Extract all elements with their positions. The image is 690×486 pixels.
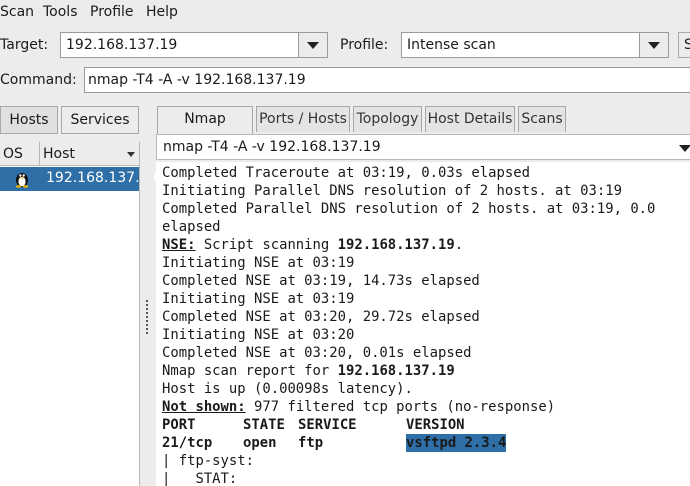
menu-bar: Scan Tools Profile Help xyxy=(0,0,690,26)
pane-splitter[interactable] xyxy=(140,104,154,486)
tab-ports-hosts[interactable]: Ports / Hosts xyxy=(256,106,350,132)
profile-dropdown-button[interactable] xyxy=(639,33,668,57)
port-state: open xyxy=(243,435,277,451)
command-label: Command: xyxy=(0,72,77,88)
port-number: 21/tcp xyxy=(162,435,213,451)
port-version-selected: vsftpd 2.3.4 xyxy=(406,434,507,452)
output-line: Completed NSE at 03:19, 14.73s elapsed xyxy=(162,273,480,289)
target-dropdown-button[interactable] xyxy=(298,33,327,57)
tab-nmap-output[interactable]: Nmap Output xyxy=(157,106,253,151)
output-line: NSE: Script scanning 192.168.137.19. xyxy=(162,236,463,254)
nse-label: NSE: xyxy=(162,237,196,253)
scan-button[interactable]: S xyxy=(678,32,690,58)
output-line: Completed Parallel DNS resolution of 2 h… xyxy=(162,201,656,217)
output-line: Initiating NSE at 03:19 xyxy=(162,255,355,271)
command-input[interactable]: nmap -T4 -A -v 192.168.137.19 xyxy=(88,72,306,88)
menu-profile[interactable]: Profile xyxy=(90,4,134,20)
header-state: STATE xyxy=(243,417,285,433)
output-line: | ftp-syst: xyxy=(162,453,254,469)
not-shown-text: 977 filtered tcp ports (no-response) xyxy=(245,399,556,415)
nse-ip: 192.168.137.19 xyxy=(337,237,455,253)
chevron-down-icon xyxy=(307,42,319,49)
profile-combo[interactable]: Intense scan xyxy=(401,32,669,58)
splitter-handle[interactable] xyxy=(146,300,148,334)
report-ip: 192.168.137.19 xyxy=(337,363,455,379)
column-os[interactable]: OS xyxy=(0,142,40,166)
tab-topology[interactable]: Topology xyxy=(353,106,422,132)
report-text: Nmap scan report for xyxy=(162,363,338,379)
profile-select[interactable]: Intense scan xyxy=(407,37,496,53)
tab-host-details[interactable]: Host Details xyxy=(425,106,515,132)
menu-scan[interactable]: Scan xyxy=(0,4,34,20)
output-line: Initiating Parallel DNS resolution of 2 … xyxy=(162,183,622,199)
menu-tools[interactable]: Tools xyxy=(43,4,78,20)
tab-services[interactable]: Services xyxy=(61,106,139,134)
nse-text: Script scanning xyxy=(195,237,338,253)
tab-scans[interactable]: Scans xyxy=(518,106,566,132)
header-service: SERVICE xyxy=(298,417,357,433)
output-line: Not shown: 977 filtered tcp ports (no-re… xyxy=(162,398,555,416)
linux-penguin-icon xyxy=(15,173,29,188)
nmap-output-text[interactable]: Completed Traceroute at 03:19, 0.03s ela… xyxy=(156,162,690,486)
target-label: Target: xyxy=(0,37,49,53)
menu-help[interactable]: Help xyxy=(146,4,178,20)
chevron-down-icon xyxy=(679,145,690,152)
output-line: Completed Traceroute at 03:19, 0.03s ela… xyxy=(162,165,530,181)
target-combo[interactable]: 192.168.137.19 xyxy=(60,32,328,58)
host-row[interactable]: 192.168.137.19 xyxy=(0,167,157,191)
port-service: ftp xyxy=(298,435,324,451)
output-line: Completed NSE at 03:20, 29.72s elapsed xyxy=(162,309,480,325)
column-host-label: Host xyxy=(43,146,75,162)
output-line: Completed NSE at 03:20, 0.01s elapsed xyxy=(162,345,472,361)
output-command-select[interactable]: nmap -T4 -A -v 192.168.137.19 xyxy=(163,139,381,155)
output-line: Initiating NSE at 03:20 xyxy=(162,327,355,343)
not-shown-label: Not shown: xyxy=(162,399,246,415)
profile-label: Profile: xyxy=(340,37,389,53)
command-field[interactable]: nmap -T4 -A -v 192.168.137.19 xyxy=(84,67,690,93)
nse-end: . xyxy=(454,237,464,253)
sort-arrow-icon xyxy=(127,152,135,157)
chevron-down-icon xyxy=(648,42,660,49)
header-port: PORT xyxy=(162,417,196,433)
host-list: OS Host 192.168.137.19 xyxy=(0,142,157,486)
header-version: VERSION xyxy=(406,417,465,433)
output-line: Initiating NSE at 03:19 xyxy=(162,291,355,307)
column-host[interactable]: Host xyxy=(40,142,140,166)
output-line: | STAT: xyxy=(162,471,238,486)
output-line: Host is up (0.00098s latency). xyxy=(162,381,413,397)
output-line: elapsed xyxy=(162,219,221,235)
output-line: Nmap scan report for 192.168.137.19 xyxy=(162,362,455,380)
tab-hosts[interactable]: Hosts xyxy=(0,106,58,134)
target-input[interactable]: 192.168.137.19 xyxy=(66,37,177,53)
output-host-combo[interactable]: nmap -T4 -A -v 192.168.137.19 xyxy=(156,134,690,160)
